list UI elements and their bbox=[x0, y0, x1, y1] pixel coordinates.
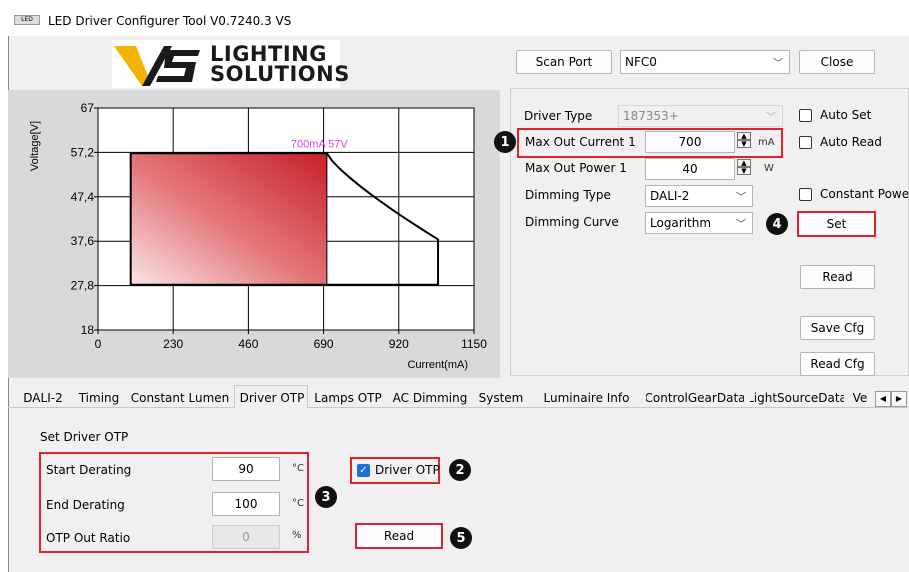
max-out-current-input[interactable]: 700 bbox=[645, 131, 735, 153]
stepper-up-icon[interactable]: ▲ bbox=[737, 159, 751, 167]
tab-controlgeardata[interactable]: ControlGearData bbox=[646, 388, 744, 408]
otp-out-ratio-input: 0 bbox=[212, 525, 280, 549]
driver-otp-label: Driver OTP bbox=[375, 463, 440, 477]
otp-read-button[interactable]: Read bbox=[355, 523, 443, 549]
y-tick-label: 47,4 bbox=[71, 190, 95, 204]
x-tick-label: 690 bbox=[314, 337, 334, 351]
max-out-power-label: Max Out Power 1 bbox=[525, 161, 627, 175]
tab-lightsourcedata[interactable]: LightSourceData bbox=[750, 388, 844, 408]
tab-lamps-otp[interactable]: Lamps OTP bbox=[312, 388, 384, 408]
y-tick-label: 37,6 bbox=[71, 234, 95, 248]
dimming-curve-label: Dimming Curve bbox=[525, 215, 619, 229]
x-tick-label: 460 bbox=[238, 337, 258, 351]
start-derating-unit: °C bbox=[292, 463, 304, 474]
power-unit: W bbox=[764, 163, 774, 174]
tab-scroll-buttons[interactable]: ◀ ▶ bbox=[875, 391, 907, 407]
tab-dali-2[interactable]: DALI-2 bbox=[20, 388, 66, 408]
max-out-current-label: Max Out Current 1 bbox=[525, 135, 636, 149]
stepper-down-icon[interactable]: ▼ bbox=[737, 140, 751, 148]
read-cfg-button[interactable]: Read Cfg bbox=[800, 352, 875, 376]
max-out-power-stepper[interactable]: ▲ ▼ bbox=[737, 159, 751, 175]
port-select[interactable]: NFC0 ﹀ bbox=[620, 50, 790, 74]
dimming-type-value: DALI-2 bbox=[650, 189, 690, 203]
auto-set-checkbox[interactable] bbox=[799, 109, 812, 122]
current-unit: mA bbox=[758, 137, 775, 148]
tab-ve[interactable]: Ve bbox=[850, 388, 870, 408]
otp-out-ratio-value: 0 bbox=[242, 530, 250, 544]
y-tick-label: 57,2 bbox=[71, 145, 95, 159]
close-button[interactable]: Close bbox=[799, 50, 875, 74]
callout-badge-4: 4 bbox=[766, 213, 788, 235]
end-derating-value: 100 bbox=[234, 497, 258, 511]
x-tick-label: 920 bbox=[389, 337, 409, 351]
end-derating-input[interactable]: 100 bbox=[212, 492, 280, 516]
stepper-down-icon[interactable]: ▼ bbox=[737, 167, 751, 175]
max-out-power-input[interactable]: 40 bbox=[645, 158, 735, 180]
tab-luminaire-info[interactable]: Luminaire Info bbox=[533, 388, 640, 408]
y-axis-label: Voltage[V] bbox=[29, 121, 41, 171]
tab-system[interactable]: System bbox=[476, 388, 526, 408]
port-select-value: NFC0 bbox=[625, 55, 657, 69]
driver-type-label: Driver Type bbox=[524, 109, 593, 123]
callout-badge-3: 3 bbox=[315, 486, 337, 508]
auto-set-label: Auto Set bbox=[820, 108, 872, 122]
dimming-type-select[interactable]: DALI-2 ﹀ bbox=[645, 185, 753, 207]
chart-svg: 0 230 460 690 920 1150 67 57,2 47,4 37,6 27,8 18 700… bbox=[29, 101, 487, 371]
chevron-down-icon: ﹀ bbox=[736, 219, 746, 231]
dimming-curve-select[interactable]: Logarithm ﹀ bbox=[645, 212, 753, 234]
chevron-down-icon: ﹀ bbox=[736, 192, 746, 204]
chevron-down-icon: ﹀ bbox=[773, 58, 783, 70]
driver-type-select[interactable]: 187353+ ﹀ bbox=[618, 105, 783, 127]
start-derating-input[interactable]: 90 bbox=[212, 457, 280, 481]
y-tick-label: 67 bbox=[81, 101, 95, 115]
x-tick-label: 230 bbox=[163, 337, 183, 351]
save-cfg-button[interactable]: Save Cfg bbox=[800, 316, 875, 340]
x-tick-label: 1150 bbox=[461, 337, 487, 351]
callout-badge-1: 1 bbox=[494, 131, 516, 153]
constant-power-checkbox[interactable] bbox=[799, 188, 812, 201]
tab-scroll-right-icon[interactable]: ▶ bbox=[891, 391, 907, 407]
tab-driver-otp[interactable]: Driver OTP bbox=[238, 388, 306, 408]
window-title: LED Driver Configurer Tool V0.7240.3 VS bbox=[48, 14, 292, 28]
end-derating-unit: °C bbox=[292, 498, 304, 509]
y-tick-label: 18 bbox=[81, 323, 95, 337]
driver-type-value: 187353+ bbox=[623, 109, 679, 123]
callout-badge-2: 2 bbox=[449, 459, 471, 481]
logo-line-1: LIGHTING bbox=[210, 42, 327, 66]
stepper-up-icon[interactable]: ▲ bbox=[737, 132, 751, 140]
dimming-type-label: Dimming Type bbox=[525, 188, 611, 202]
start-derating-label: Start Derating bbox=[46, 463, 132, 477]
chevron-down-icon: ﹀ bbox=[766, 112, 776, 124]
constant-power-label: Constant Powe bbox=[820, 187, 909, 201]
x-axis-label: Current(mA) bbox=[407, 359, 468, 371]
tab-constant-lumen[interactable]: Constant Lumen bbox=[128, 388, 232, 408]
driver-otp-checkbox[interactable]: ✓ bbox=[357, 464, 370, 477]
max-out-current-value: 700 bbox=[678, 135, 702, 149]
max-out-power-value: 40 bbox=[682, 162, 698, 176]
operating-area bbox=[130, 153, 327, 285]
operating-window-chart: 0 230 460 690 920 1150 67 57,2 47,4 37,6 27,8 18 700… bbox=[8, 90, 500, 378]
dimming-curve-value: Logarithm bbox=[650, 216, 712, 230]
start-derating-value: 90 bbox=[238, 462, 254, 476]
otp-section-title: Set Driver OTP bbox=[40, 430, 129, 444]
callout-badge-5: 5 bbox=[450, 527, 472, 549]
scan-port-button[interactable]: Scan Port bbox=[516, 50, 612, 74]
otp-out-ratio-unit: % bbox=[292, 530, 302, 541]
auto-read-label: Auto Read bbox=[820, 135, 882, 149]
logo-line-2: SOLUTIONS bbox=[210, 62, 350, 86]
auto-read-checkbox[interactable] bbox=[799, 136, 812, 149]
max-out-current-stepper[interactable]: ▲ ▼ bbox=[737, 132, 751, 148]
company-logo: LIGHTING SOLUTIONS bbox=[112, 40, 349, 88]
app-icon: LED bbox=[14, 15, 40, 25]
y-tick-label: 27,8 bbox=[71, 279, 95, 293]
end-derating-label: End Derating bbox=[46, 498, 125, 512]
tab-timing[interactable]: Timing bbox=[74, 388, 124, 408]
tab-scroll-left-icon[interactable]: ◀ bbox=[875, 391, 891, 407]
otp-out-ratio-label: OTP Out Ratio bbox=[46, 531, 131, 545]
x-tick-label: 0 bbox=[95, 337, 102, 351]
tab-ac-dimming[interactable]: AC Dimming bbox=[390, 388, 470, 408]
set-button[interactable]: Set bbox=[797, 211, 876, 237]
read-config-button[interactable]: Read bbox=[800, 265, 875, 289]
operating-point-annotation: 700mA 57V bbox=[291, 138, 349, 150]
